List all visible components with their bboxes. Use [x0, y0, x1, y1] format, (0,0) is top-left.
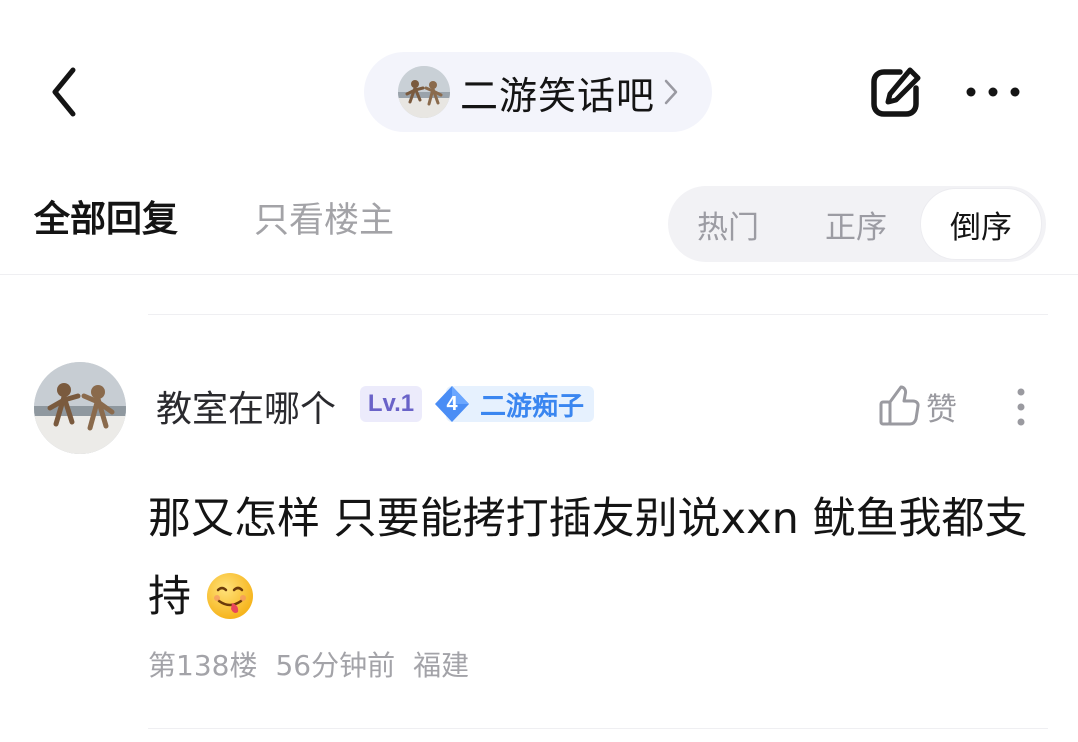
chevron-right-icon [663, 78, 679, 106]
divider [0, 274, 1078, 275]
avatar[interactable] [34, 362, 126, 454]
back-button[interactable] [36, 62, 92, 122]
post-content: 那又怎样 只要能拷打插友别说xxn 鱿鱼我都支持 [148, 480, 1054, 636]
fan-title: 二游痴子 [480, 391, 585, 422]
floor-number: 第138楼 [148, 649, 258, 682]
more-horizontal-icon [966, 87, 1020, 97]
thumbs-up-icon [879, 385, 920, 426]
fan-badge: 4 二游痴子 [432, 384, 596, 424]
post-text: 那又怎样 只要能拷打插友别说xxn 鱿鱼我都支持 [148, 494, 1028, 622]
tab-op-only[interactable]: 只看楼主 [254, 192, 394, 243]
more-vertical-icon [1017, 388, 1025, 426]
post-meta: 第138楼 56分钟前 福建 [148, 644, 487, 684]
post-location: 福建 [413, 649, 470, 682]
level-badge: Lv.1 [360, 386, 422, 422]
sort-desc-option[interactable]: 倒序 [920, 188, 1042, 260]
divider [148, 314, 1048, 315]
more-button[interactable] [958, 70, 1028, 114]
forum-name: 二游笑话吧 [460, 73, 656, 118]
sort-asc-option[interactable]: 正序 [796, 186, 916, 262]
username[interactable]: 教室在哪个 [156, 380, 336, 432]
sort-segmented-control: 热门 正序 倒序 [668, 186, 1046, 262]
edit-icon [871, 67, 921, 117]
yum-face-emoji [207, 572, 253, 619]
like-label: 赞 [926, 391, 957, 428]
sort-hot-option[interactable]: 热门 [668, 186, 788, 262]
fan-level: 4 [446, 392, 458, 415]
post-time: 56分钟前 [275, 649, 396, 682]
post-more-button[interactable] [1004, 384, 1038, 430]
divider [148, 728, 1048, 729]
like-button[interactable]: 赞 [878, 380, 972, 432]
chevron-left-icon [52, 67, 76, 117]
edit-button[interactable] [862, 62, 928, 124]
tab-all-replies[interactable]: 全部回复 [34, 190, 178, 242]
forum-entry-button[interactable]: 二游笑话吧 [364, 52, 712, 132]
forum-avatar [398, 66, 450, 118]
